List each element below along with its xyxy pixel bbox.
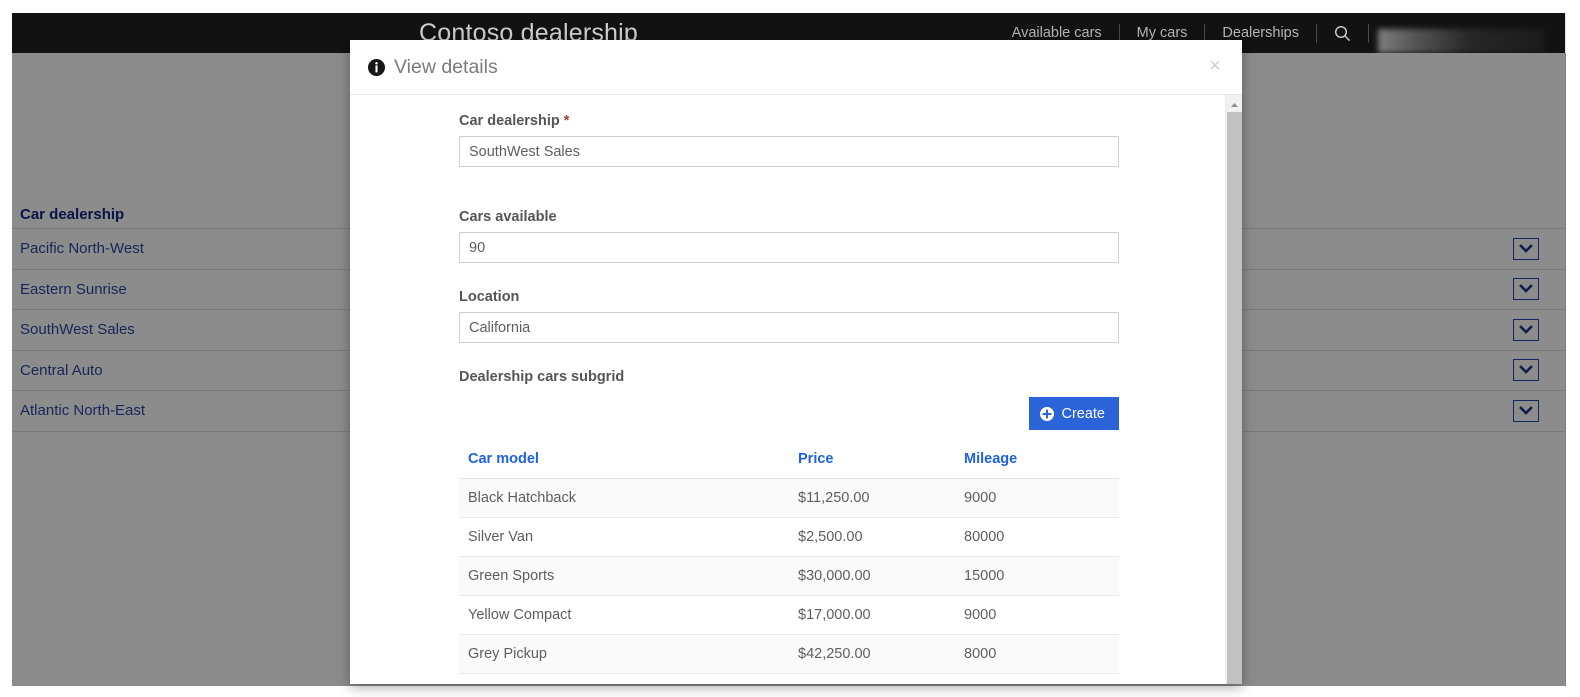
nav-divider [1368, 23, 1369, 43]
field-car-dealership: Car dealership * [459, 113, 1162, 167]
cars-available-input[interactable] [459, 232, 1119, 263]
field-cars-available: Cars available [459, 209, 1162, 263]
cell-price: $17,000.00 [789, 595, 955, 635]
cell-mileage: 15000 [955, 556, 1119, 596]
cell-mileage: 9000 [955, 595, 1119, 635]
table-row[interactable]: Green Sports $30,000.00 15000 [459, 556, 1119, 596]
field-label-location: Location [459, 289, 520, 305]
field-label-text: Car dealership [459, 113, 560, 129]
cell-price: $30,000.00 [789, 556, 955, 596]
search-button[interactable] [1317, 25, 1368, 42]
field-label-car-dealership: Car dealership * [459, 113, 1162, 129]
cell-car-model: Black Hatchback [459, 478, 789, 518]
subgrid-toolbar: Create [459, 397, 1119, 430]
create-button-label: Create [1061, 405, 1105, 422]
column-header-car-model[interactable]: Car model [459, 451, 789, 479]
info-icon [368, 58, 385, 76]
screen: Contoso dealership Available cars My car… [0, 0, 1580, 697]
cell-car-model: Green Sports [459, 556, 789, 596]
caret-up-icon [1230, 95, 1239, 113]
dealership-cars-subgrid-table: Car model Price Mileage Black Hatchback … [459, 451, 1119, 674]
cell-car-model: Yellow Compact [459, 595, 789, 635]
close-icon[interactable]: × [1202, 53, 1228, 79]
dialog-header: View details × [350, 40, 1242, 95]
dialog-body: Car dealership * Cars available Location [350, 95, 1242, 684]
search-icon [1334, 25, 1351, 42]
car-dealership-input[interactable] [459, 136, 1119, 167]
subgrid-header-row: Car model Price Mileage [459, 451, 1119, 479]
cell-mileage: 80000 [955, 517, 1119, 557]
scroll-thumb[interactable] [1227, 112, 1242, 684]
view-details-dialog: View details × Car dealership * Cars ava… [350, 40, 1242, 684]
table-row[interactable]: Silver Van $2,500.00 80000 [459, 517, 1119, 557]
dialog-scrollbar[interactable] [1225, 95, 1242, 684]
cell-car-model: Silver Van [459, 517, 789, 557]
required-asterisk: * [563, 113, 570, 129]
table-row[interactable]: Grey Pickup $42,250.00 8000 [459, 634, 1119, 674]
location-input[interactable] [459, 312, 1119, 343]
scroll-up-button[interactable] [1226, 95, 1242, 112]
cell-price: $42,250.00 [789, 634, 955, 674]
field-location: Location [459, 289, 1162, 343]
cell-mileage: 9000 [955, 478, 1119, 518]
cell-price: $11,250.00 [789, 478, 955, 518]
column-header-mileage[interactable]: Mileage [955, 451, 1119, 479]
column-header-price[interactable]: Price [789, 451, 955, 479]
subgrid-header: Car model Price Mileage [459, 451, 1119, 479]
subgrid-body: Black Hatchback $11,250.00 9000 Silver V… [459, 478, 1119, 674]
account-area-redacted[interactable] [1378, 29, 1545, 53]
cell-price: $2,500.00 [789, 517, 955, 557]
plus-circle-icon [1040, 406, 1055, 421]
dealership-form: Car dealership * Cars available Location [350, 113, 1242, 674]
cell-mileage: 8000 [955, 634, 1119, 674]
create-button[interactable]: Create [1029, 397, 1119, 430]
dialog-title: View details [394, 55, 498, 78]
table-row[interactable]: Black Hatchback $11,250.00 9000 [459, 478, 1119, 518]
cell-car-model: Grey Pickup [459, 634, 789, 674]
field-label-cars-available: Cars available [459, 209, 557, 225]
subgrid-label: Dealership cars subgrid [459, 369, 625, 385]
table-row[interactable]: Yellow Compact $17,000.00 9000 [459, 595, 1119, 635]
